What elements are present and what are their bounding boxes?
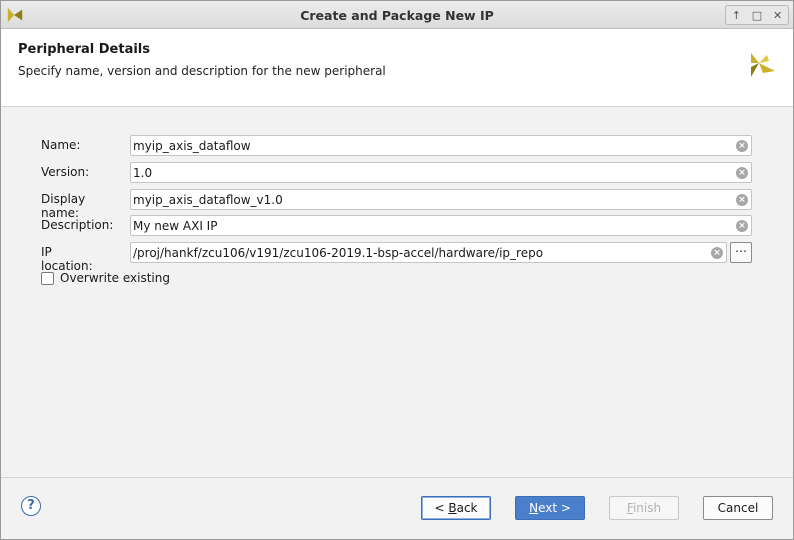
finish-button[interactable]: Finish	[609, 496, 679, 520]
clear-icon[interactable]: ×	[736, 140, 748, 152]
back-button[interactable]: < Back	[421, 496, 491, 520]
name-value: myip_axis_dataflow	[133, 139, 251, 153]
overwrite-checkbox[interactable]	[41, 272, 54, 285]
window-controls: ↑ □ ✕	[725, 5, 789, 25]
ip-location-input[interactable]: /proj/hankf/zcu106/v191/zcu106-2019.1-bs…	[130, 242, 727, 263]
description-input[interactable]: My new AXI IP ×	[130, 215, 752, 236]
version-label: Version:	[41, 165, 90, 179]
xilinx-logo-icon	[751, 53, 775, 77]
display-name-label: Display name:	[41, 192, 86, 220]
finish-rest: inish	[632, 501, 662, 515]
page-header: Peripheral Details Specify name, version…	[1, 29, 793, 107]
restore-icon[interactable]: □	[748, 9, 766, 22]
back-rest: ack	[456, 501, 478, 515]
back-prefix: <	[434, 501, 449, 515]
back-mnemonic: B	[448, 501, 457, 515]
display-name-input[interactable]: myip_axis_dataflow_v1.0 ×	[130, 189, 752, 210]
create-package-ip-dialog: Create and Package New IP ↑ □ ✕ Peripher…	[0, 0, 794, 540]
clear-icon[interactable]: ×	[736, 194, 748, 206]
maximize-up-icon[interactable]: ↑	[727, 9, 745, 22]
next-mnemonic: N	[529, 501, 539, 515]
close-icon[interactable]: ✕	[769, 9, 787, 22]
form-area: Name: myip_axis_dataflow × Version: 1.0 …	[1, 108, 793, 476]
ip-location-label: IP location:	[41, 245, 93, 273]
ip-location-value: /proj/hankf/zcu106/v191/zcu106-2019.1-bs…	[133, 246, 544, 260]
clear-icon[interactable]: ×	[736, 220, 748, 232]
clear-icon[interactable]: ×	[736, 167, 748, 179]
browse-button[interactable]: ⋯	[730, 242, 752, 263]
description-value: My new AXI IP	[133, 219, 218, 233]
page-title: Peripheral Details	[18, 42, 150, 57]
next-rest: ext >	[538, 501, 571, 515]
page-subtitle: Specify name, version and description fo…	[18, 64, 386, 78]
description-label: Description:	[41, 218, 114, 232]
name-label: Name:	[41, 138, 81, 152]
title-bar: Create and Package New IP ↑ □ ✕	[1, 1, 793, 29]
version-value: 1.0	[133, 166, 153, 180]
clear-icon[interactable]: ×	[711, 247, 723, 259]
cancel-button[interactable]: Cancel	[703, 496, 773, 520]
name-input[interactable]: myip_axis_dataflow ×	[130, 135, 752, 156]
window-title: Create and Package New IP	[300, 8, 494, 23]
button-bar: ? < Back Next > Finish Cancel	[1, 477, 793, 539]
overwrite-label[interactable]: Overwrite existing	[60, 271, 170, 285]
display-name-value: myip_axis_dataflow_v1.0	[133, 193, 283, 207]
help-icon[interactable]: ?	[21, 496, 41, 516]
version-input[interactable]: 1.0 ×	[130, 162, 752, 183]
next-button[interactable]: Next >	[515, 496, 585, 520]
